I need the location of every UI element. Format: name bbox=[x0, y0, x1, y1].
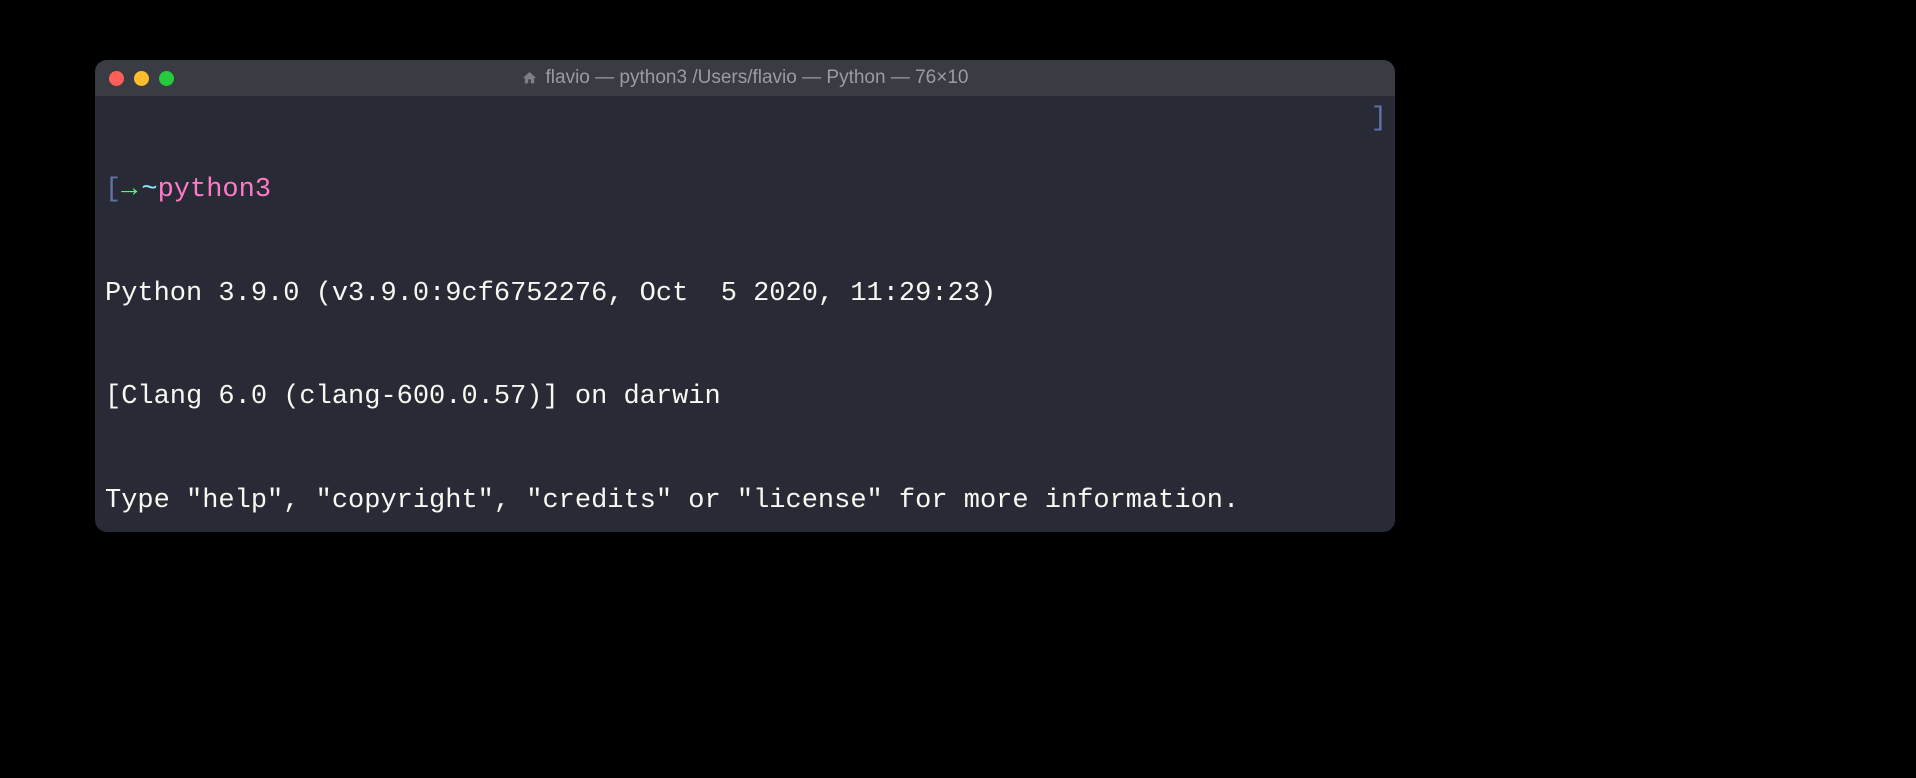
prompt-bracket-close: ] bbox=[1371, 104, 1387, 134]
terminal-window[interactable]: flavio — python3 /Users/flavio — Python … bbox=[95, 60, 1395, 532]
prompt-bracket-open: [ bbox=[105, 173, 121, 208]
python-compiler-line: [Clang 6.0 (clang-600.0.57)] on darwin bbox=[105, 380, 1385, 415]
terminal-body[interactable]: [→ ~ python3 Python 3.9.0 (v3.9.0:9cf675… bbox=[95, 96, 1395, 532]
close-button[interactable] bbox=[109, 71, 124, 86]
traffic-lights bbox=[109, 71, 174, 86]
shell-prompt-line: [→ ~ python3 bbox=[105, 173, 1385, 208]
minimize-button[interactable] bbox=[134, 71, 149, 86]
prompt-tilde: ~ bbox=[141, 173, 157, 208]
window-title-text: flavio — python3 /Users/flavio — Python … bbox=[546, 67, 969, 89]
title-bar[interactable]: flavio — python3 /Users/flavio — Python … bbox=[95, 60, 1395, 96]
window-title: flavio — python3 /Users/flavio — Python … bbox=[522, 67, 969, 89]
python-help-line: Type "help", "copyright", "credits" or "… bbox=[105, 484, 1385, 519]
prompt-command: python3 bbox=[158, 173, 271, 208]
python-version-line: Python 3.9.0 (v3.9.0:9cf6752276, Oct 5 2… bbox=[105, 277, 1385, 312]
prompt-arrow: → bbox=[121, 173, 137, 208]
maximize-button[interactable] bbox=[159, 71, 174, 86]
home-icon bbox=[522, 70, 538, 86]
